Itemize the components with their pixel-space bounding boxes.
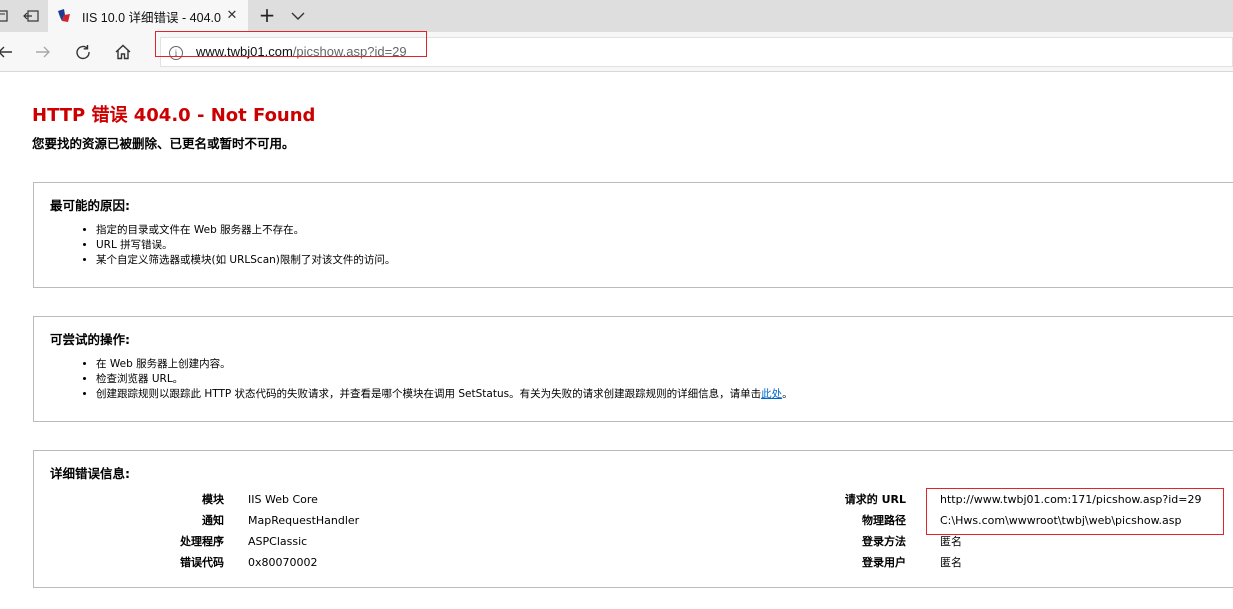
page-title: HTTP 错误 404.0 - Not Found: [32, 105, 316, 126]
iis-favicon-icon: [58, 9, 70, 22]
detail-value: 匿名: [940, 556, 962, 569]
new-tab-icon[interactable]: +: [256, 5, 278, 27]
detail-value: http://www.twbj01.com:171/picshow.asp?id…: [940, 493, 1202, 506]
error-page: HTTP 错误 404.0 - Not Found 您要找的资源已被删除、已更名…: [0, 73, 1233, 609]
details-panel: 详细错误信息: 模块 IIS Web Core 通知 MapRequestHan…: [33, 450, 1233, 588]
here-link[interactable]: 此处: [761, 388, 782, 400]
detail-value: IIS Web Core: [248, 493, 318, 506]
tab-actions-icon[interactable]: [0, 5, 14, 27]
detail-label: 错误代码: [180, 556, 224, 569]
detail-label: 处理程序: [180, 535, 224, 548]
detail-label: 请求的 URL: [844, 493, 906, 506]
actions-panel: 可尝试的操作: 在 Web 服务器上创建内容。 检查浏览器 URL。 创建跟踪规…: [33, 316, 1233, 422]
tab-bar: IIS 10.0 详细错误 - 404.0 ✕ +: [0, 0, 1233, 32]
chevron-down-icon[interactable]: [288, 6, 308, 26]
list-item: URL 拼写错误。: [96, 238, 395, 253]
detail-value: MapRequestHandler: [248, 514, 360, 527]
causes-list: 指定的目录或文件在 Web 服务器上不存在。 URL 拼写错误。 某个自定义筛选…: [96, 223, 395, 268]
navigation-bar: i www.twbj01.com/picshow.asp?id=29: [0, 32, 1233, 72]
detail-value: C:\Hws.com\wwwroot\twbj\web\picshow.asp: [940, 514, 1182, 527]
close-tab-icon[interactable]: ✕: [224, 8, 240, 24]
actions-list: 在 Web 服务器上创建内容。 检查浏览器 URL。 创建跟踪规则以跟踪此 HT…: [96, 357, 793, 402]
address-bar[interactable]: i www.twbj01.com/picshow.asp?id=29: [160, 37, 1233, 67]
detail-value: 0x80070002: [248, 556, 318, 569]
forward-arrow-icon[interactable]: [32, 41, 54, 63]
detail-label: 物理路径: [862, 514, 906, 527]
detail-label: 登录用户: [862, 556, 906, 569]
list-item: 创建跟踪规则以跟踪此 HTTP 状态代码的失败请求，并查看是哪个模块在调用 Se…: [96, 387, 793, 402]
browser-tab[interactable]: IIS 10.0 详细错误 - 404.0 ✕: [48, 0, 248, 32]
actions-heading: 可尝试的操作:: [50, 332, 130, 347]
info-icon[interactable]: i: [169, 46, 183, 60]
details-heading: 详细错误信息:: [50, 466, 130, 481]
set-aside-tabs-icon[interactable]: [20, 5, 42, 27]
page-subtitle: 您要找的资源已被删除、已更名或暂时不可用。: [32, 136, 295, 151]
detail-label: 登录方法: [862, 535, 906, 548]
list-item: 检查浏览器 URL。: [96, 372, 793, 387]
detail-value: ASPClassic: [248, 535, 308, 548]
list-item: 指定的目录或文件在 Web 服务器上不存在。: [96, 223, 395, 238]
detail-label: 通知: [202, 514, 224, 527]
detail-value: 匿名: [940, 535, 962, 548]
back-arrow-icon[interactable]: [0, 41, 16, 63]
detail-label: 模块: [202, 493, 224, 506]
list-item: 某个自定义筛选器或模块(如 URLScan)限制了对该文件的访问。: [96, 253, 395, 268]
refresh-icon[interactable]: [72, 41, 94, 63]
address-url[interactable]: www.twbj01.com/picshow.asp?id=29: [196, 44, 407, 59]
tab-title: IIS 10.0 详细错误 - 404.0: [82, 10, 221, 25]
causes-panel: 最可能的原因: 指定的目录或文件在 Web 服务器上不存在。 URL 拼写错误。…: [33, 182, 1233, 288]
list-item: 在 Web 服务器上创建内容。: [96, 357, 793, 372]
home-icon[interactable]: [112, 41, 134, 63]
causes-heading: 最可能的原因:: [50, 198, 130, 213]
